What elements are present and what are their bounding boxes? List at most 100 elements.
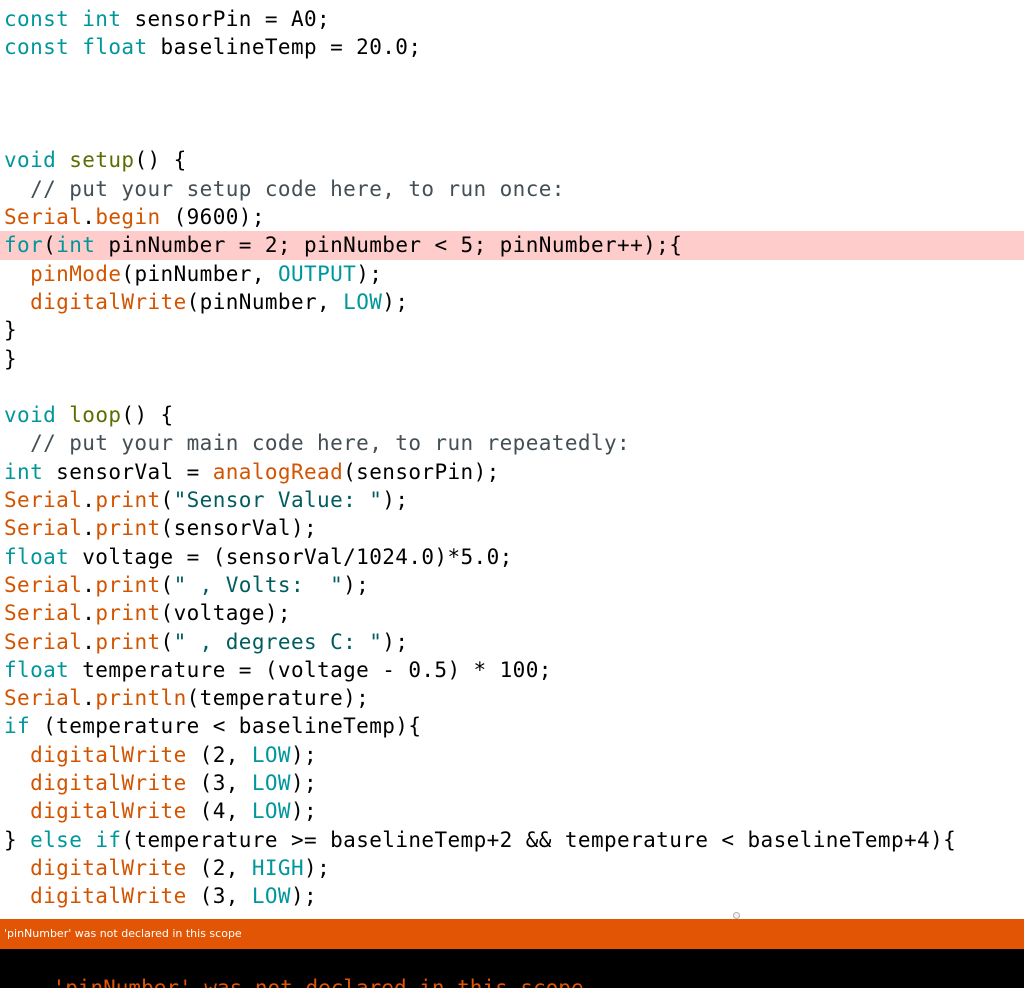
console-message: 'pinNumber' was not declared in this sco… <box>52 976 584 988</box>
code-line[interactable]: Serial.begin (9600); <box>0 203 1024 231</box>
code-token: float <box>82 35 148 60</box>
code-line[interactable]: } <box>0 316 1024 344</box>
code-line[interactable]: // put your main code here, to run repea… <box>0 429 1024 457</box>
code-token: print <box>95 629 161 654</box>
code-token: " , degrees C: " <box>173 629 383 654</box>
code-line[interactable]: digitalWrite (4, LOW); <box>0 797 1024 825</box>
code-token: Serial <box>4 601 83 626</box>
code-line[interactable]: void loop() { <box>0 401 1024 429</box>
code-token: Serial <box>4 572 83 597</box>
code-token: (pinNumber, <box>186 289 344 314</box>
code-token: () { <box>134 148 187 173</box>
code-line-error[interactable]: for(int pinNumber = 2; pinNumber < 5; pi… <box>0 231 1024 260</box>
code-token: (2, <box>186 742 252 767</box>
code-token: float <box>4 657 70 682</box>
code-line[interactable]: int sensorVal = analogRead(sensorPin); <box>0 458 1024 486</box>
code-line[interactable]: Serial.print(sensorVal); <box>0 514 1024 542</box>
code-token: else <box>30 827 83 852</box>
code-token: sensorPin = A0; <box>121 7 331 31</box>
status-message: 'pinNumber' was not declared in this sco… <box>4 927 242 940</box>
code-token: ); <box>382 289 409 314</box>
splitter-handle-icon[interactable] <box>733 912 740 919</box>
code-token: ); <box>290 884 318 909</box>
code-token: ); <box>290 742 318 767</box>
code-token: print <box>95 488 161 513</box>
code-token: ); <box>290 771 318 796</box>
code-line[interactable]: digitalWrite (2, LOW); <box>0 741 1024 769</box>
code-line[interactable]: digitalWrite(pinNumber, LOW); <box>0 288 1024 316</box>
code-token: (temperature >= baselineTemp+2 && temper… <box>121 827 957 852</box>
code-line[interactable]: } <box>0 345 1024 373</box>
code-token: digitalWrite <box>30 742 187 767</box>
code-token: print <box>95 516 161 541</box>
code-token: . <box>82 601 96 626</box>
code-line[interactable]: Serial.print("Sensor Value: "); <box>0 486 1024 514</box>
code-editor[interactable]: const int sensorPin = A0; const float bas… <box>0 5 1024 919</box>
code-token: digitalWrite <box>30 855 187 880</box>
code-line[interactable]: void setup() { <box>0 146 1024 174</box>
code-line[interactable] <box>0 62 1024 90</box>
code-token: } <box>4 346 18 371</box>
code-line[interactable]: pinMode(pinNumber, OUTPUT); <box>0 260 1024 288</box>
code-token: pinNumber = 2; pinNumber < 5; pinNumber+… <box>95 233 683 258</box>
code-line[interactable]: if (temperature < baselineTemp){ <box>0 712 1024 740</box>
code-token: pinMode <box>30 261 122 286</box>
code-token: (voltage); <box>160 601 291 626</box>
code-line[interactable]: Serial.print(" , degrees C: "); <box>0 628 1024 656</box>
code-token: ( <box>160 488 174 513</box>
code-token: setup <box>69 148 135 173</box>
code-line[interactable]: } else if(temperature >= baselineTemp+2 … <box>0 826 1024 854</box>
code-token: digitalWrite <box>30 289 187 314</box>
code-line[interactable]: digitalWrite (3, LOW); <box>0 769 1024 797</box>
code-line[interactable]: float temperature = (voltage - 0.5) * 10… <box>0 656 1024 684</box>
code-token: digitalWrite <box>30 799 187 824</box>
code-token: print <box>95 601 161 626</box>
code-token: if <box>95 827 122 852</box>
code-token: . <box>82 629 96 654</box>
code-token: begin <box>95 205 161 230</box>
error-status-bar: 'pinNumber' was not declared in this sco… <box>0 912 1024 949</box>
code-line[interactable]: Serial.print(" , Volts: "); <box>0 571 1024 599</box>
code-line[interactable] <box>0 373 1024 401</box>
code-line[interactable]: Serial.println(temperature); <box>0 684 1024 712</box>
code-token: (temperature); <box>186 686 370 711</box>
console-output[interactable]: 'pinNumber' was not declared in this sco… <box>0 949 1024 988</box>
code-line[interactable]: float voltage = (sensorVal/1024.0)*5.0; <box>0 543 1024 571</box>
code-token: baselineTemp = 20.0; <box>147 35 422 60</box>
code-line[interactable] <box>0 90 1024 118</box>
code-token: (temperature < baselineTemp){ <box>30 714 422 739</box>
code-token: int <box>82 7 122 31</box>
code-token: digitalWrite <box>30 771 187 796</box>
code-token: } <box>4 827 31 852</box>
code-token: (2, <box>186 855 252 880</box>
code-token: // put your setup code here, to run once… <box>4 176 565 201</box>
code-token: ( <box>43 233 57 258</box>
code-token: (sensorVal); <box>160 516 318 541</box>
code-line[interactable] <box>0 118 1024 146</box>
code-token: LOW <box>251 799 291 824</box>
code-token: digitalWrite <box>30 884 187 909</box>
code-token: (9600); <box>160 205 265 230</box>
code-line[interactable]: digitalWrite (3, LOW); <box>0 882 1024 910</box>
code-line[interactable]: const int sensorPin = A0; <box>0 5 1024 33</box>
code-line[interactable]: digitalWrite (2, HIGH); <box>0 854 1024 882</box>
arduino-ide-window: const int sensorPin = A0; const float bas… <box>0 0 1024 988</box>
code-line[interactable]: // put your setup code here, to run once… <box>0 175 1024 203</box>
code-token: void <box>4 148 57 173</box>
code-token: HIGH <box>251 855 305 880</box>
code-token: LOW <box>251 884 291 909</box>
code-token: ); <box>356 261 383 286</box>
code-line[interactable]: const float baselineTemp = 20.0; <box>0 33 1024 61</box>
code-token: LOW <box>251 771 291 796</box>
code-token: // put your main code here, to run repea… <box>4 431 631 456</box>
code-line[interactable]: Serial.print(voltage); <box>0 599 1024 627</box>
code-token: Serial <box>4 686 83 711</box>
